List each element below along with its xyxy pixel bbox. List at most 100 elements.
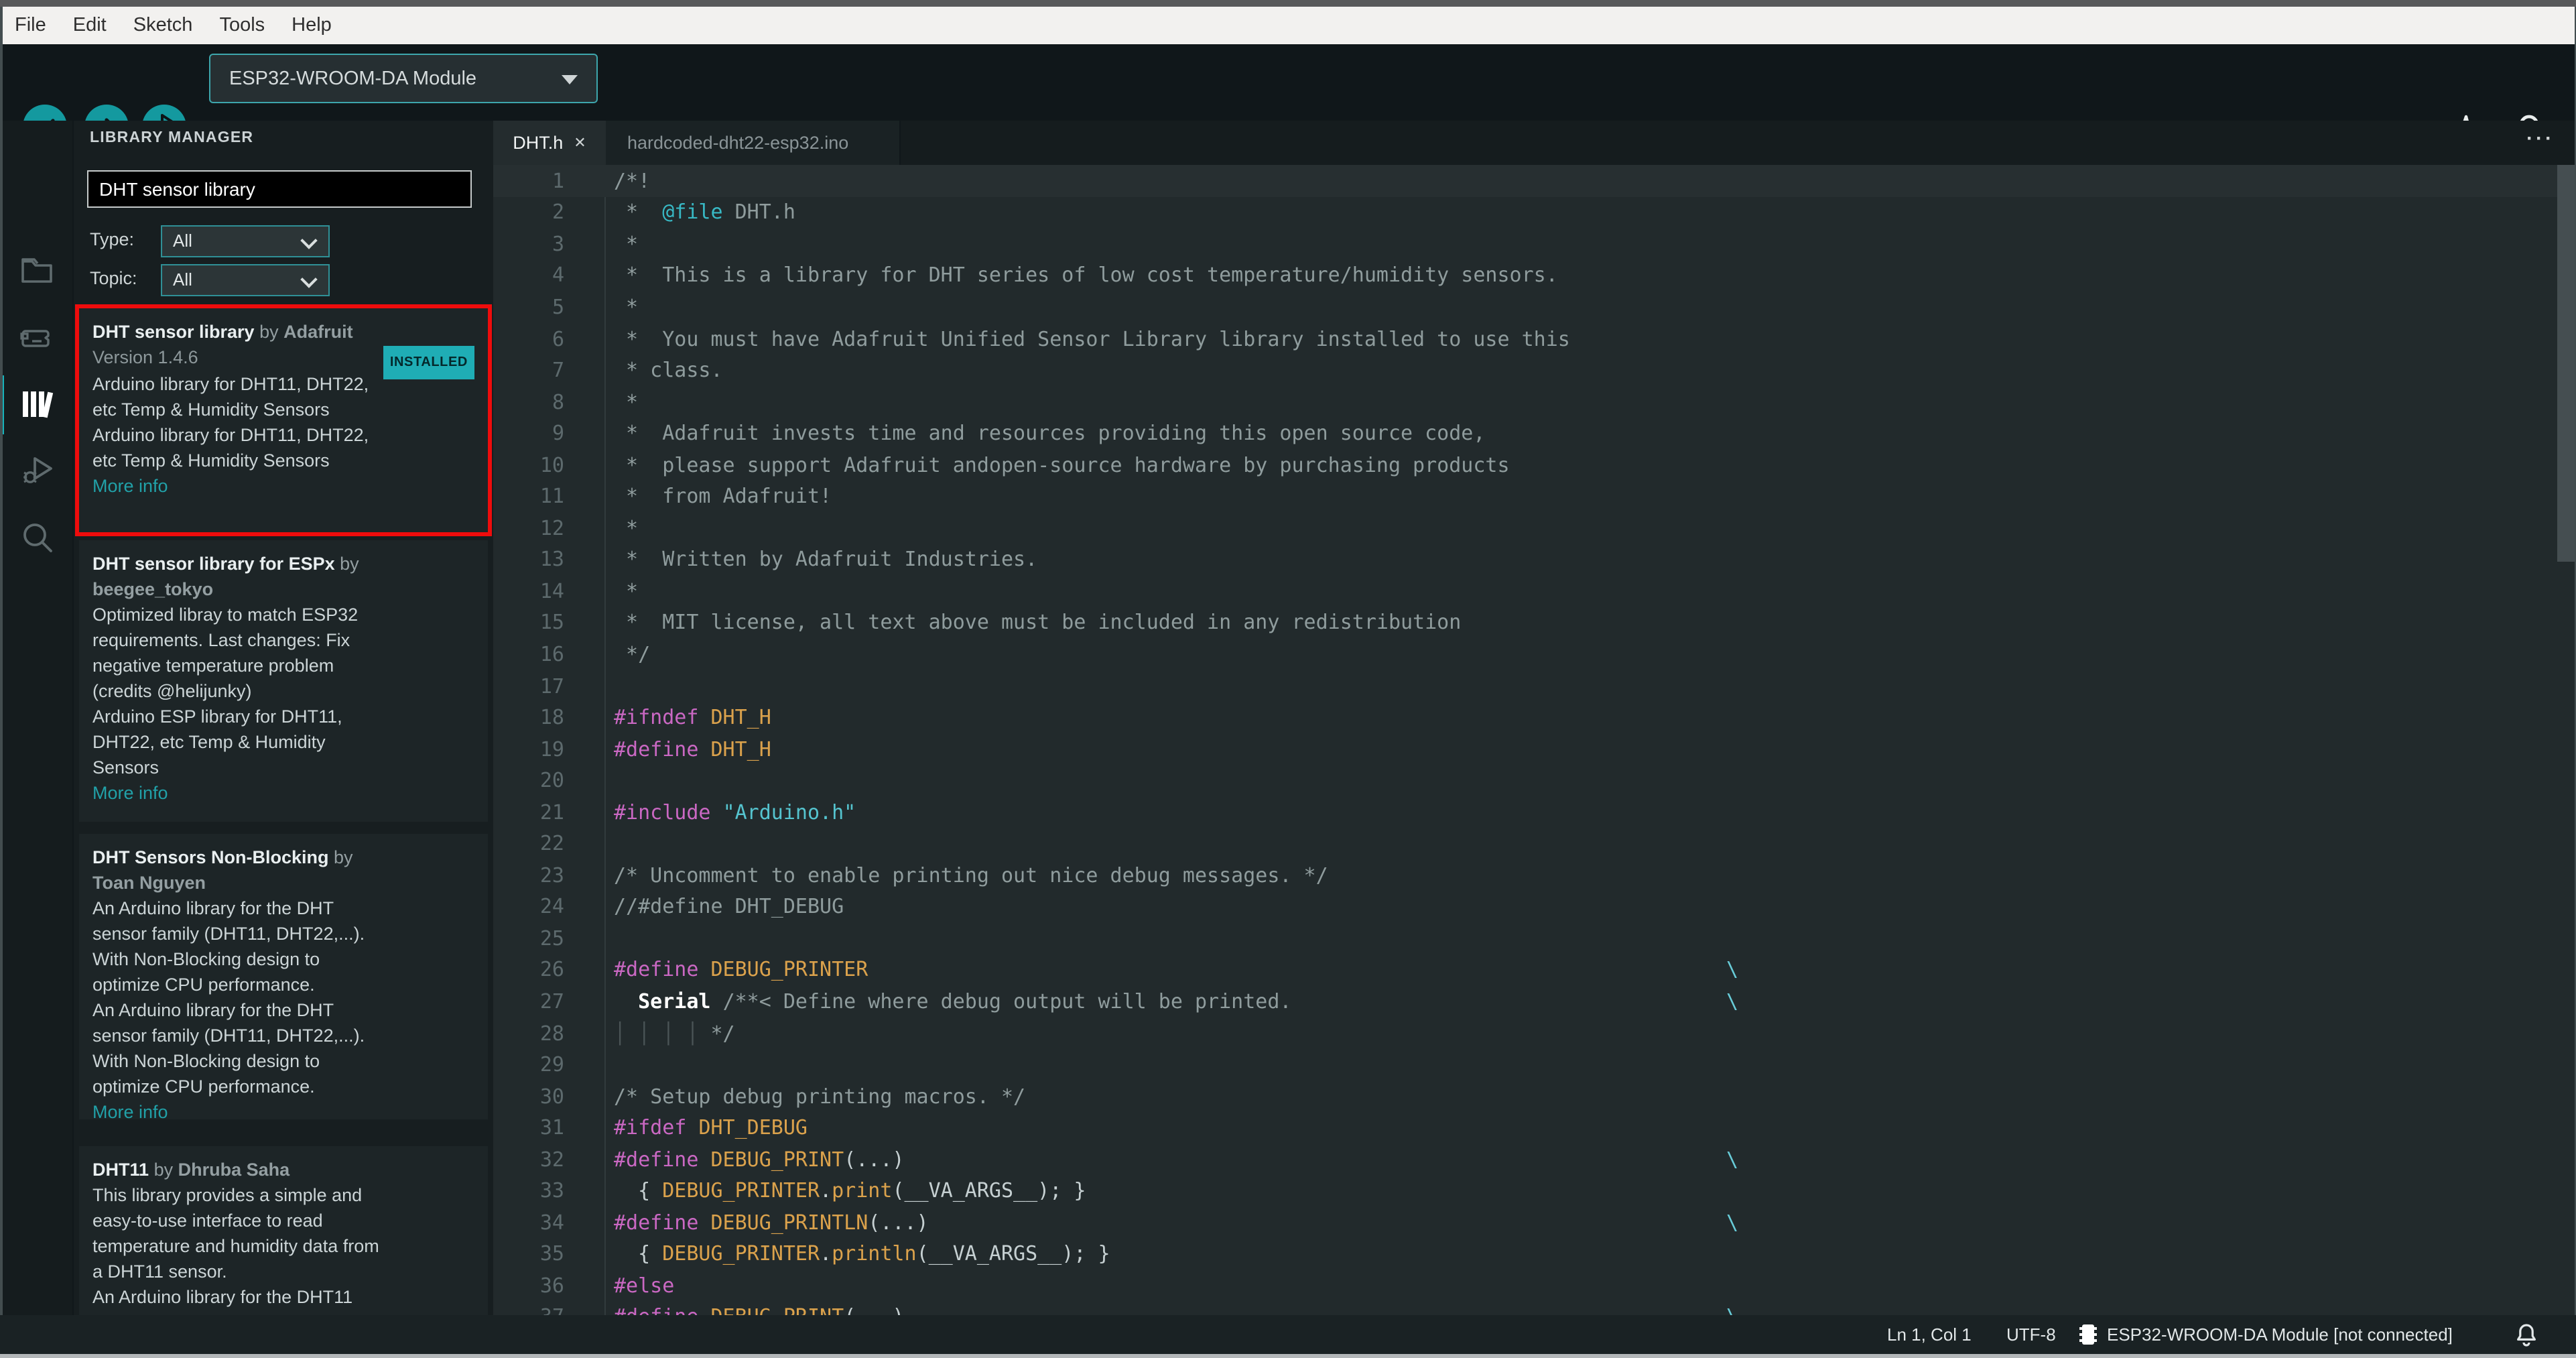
- search-icon[interactable]: [19, 520, 55, 556]
- menu-edit[interactable]: Edit: [73, 15, 107, 36]
- editor-pane: DHT.h ✕ hardcoded-dht22-esp32.ino ··· 1/…: [493, 121, 2576, 1315]
- code-line: 18 #ifndef DHT_H: [493, 702, 2576, 733]
- status-bar: Ln 1, Col 1 UTF-8 ESP32-WROOM-DA Module …: [0, 1315, 2576, 1354]
- library-description-line: With Non-Blocking design to: [92, 949, 320, 969]
- line-number: 11: [539, 484, 564, 509]
- code-line: 23/* Uncomment to enable printing out ni…: [493, 859, 2576, 891]
- code-line: 7 * class.: [493, 355, 2576, 386]
- line-number: 28: [539, 1021, 564, 1046]
- encoding: UTF-8: [2006, 1324, 2056, 1345]
- tab-dht-h[interactable]: DHT.h ✕: [493, 121, 606, 165]
- tab-overflow-menu[interactable]: ···: [2526, 127, 2555, 150]
- close-icon[interactable]: ✕: [574, 134, 586, 151]
- line-number: 15: [539, 610, 564, 635]
- library-description-line: sensor family (DHT11, DHT22,...).: [92, 1026, 365, 1046]
- library-manager-panel: LIBRARY MANAGER Type: All Topic: All DHT…: [74, 121, 493, 1315]
- menu-sketch[interactable]: Sketch: [133, 15, 193, 36]
- library-card[interactable]: DHT Sensors Non-Blocking by Toan Nguyen An…: [79, 834, 488, 1119]
- code-line: 24//#define DHT_DEBUG: [493, 891, 2576, 922]
- library-manager-icon[interactable]: [19, 386, 55, 422]
- library-card[interactable]: DHT11 by Dhruba Saha This library provide…: [79, 1146, 488, 1315]
- library-title: beegee_tokyo: [92, 579, 214, 599]
- sketchbook-folder-icon[interactable]: [19, 252, 55, 288]
- menu-tools[interactable]: Tools: [219, 15, 265, 36]
- line-number: 37: [493, 1305, 564, 1315]
- code-line: 5 *: [493, 291, 2576, 322]
- more-info-link[interactable]: More info: [92, 780, 477, 806]
- code-line: 1/*!: [493, 165, 2576, 197]
- line-number: 23: [539, 863, 564, 887]
- library-description-line: (credits @helijunky): [92, 681, 252, 701]
- code-line: 8 *: [493, 386, 2576, 418]
- window-border-left: [0, 7, 3, 1354]
- code-line: 11 * from Adafruit!: [493, 481, 2576, 512]
- line-number: 18: [539, 705, 564, 730]
- code-line: 14 *: [493, 575, 2576, 607]
- line-number: 7: [552, 358, 564, 383]
- toolbar: ESP32-WROOM-DA Module: [0, 44, 2576, 148]
- library-description-line: etc Temp & Humidity Sensors: [92, 450, 330, 471]
- line-number: 32: [539, 1147, 564, 1172]
- library-description-line: etc Temp & Humidity Sensors: [92, 399, 330, 420]
- line-number: 3: [552, 231, 564, 256]
- line-number: 12: [539, 515, 564, 540]
- editor-tab-bar: DHT.h ✕ hardcoded-dht22-esp32.ino ···: [493, 121, 2576, 165]
- line-number: 24: [539, 894, 564, 919]
- line-number: 13: [539, 547, 564, 572]
- library-description-line: a DHT11 sensor.: [92, 1261, 227, 1282]
- vertical-scrollbar[interactable]: [2557, 165, 2576, 562]
- library-description-line: requirements. Last changes: Fix: [92, 630, 350, 650]
- line-number: 35: [539, 1241, 564, 1266]
- line-number: 17: [539, 674, 564, 698]
- library-card[interactable]: DHT sensor library by Adafruit Version 1.…: [79, 308, 488, 532]
- notification-bell-icon[interactable]: [2514, 1322, 2538, 1347]
- code-editor[interactable]: 1/*! 2 * @file DHT.h 3 * 4 * This is a libr…: [493, 165, 2576, 1315]
- code-line: 25: [493, 922, 2576, 954]
- more-info-link[interactable]: More info: [92, 1099, 477, 1119]
- code-line: 21 #include "Arduino.h": [493, 796, 2576, 828]
- board-status[interactable]: ESP32-WROOM-DA Module [not connected]: [2107, 1315, 2453, 1354]
- window-border-bottom: [0, 1354, 2576, 1358]
- library-description-line: easy-to-use interface to read: [92, 1211, 323, 1231]
- code-line: 26 #define DEBUG_PRINTER \: [493, 954, 2576, 985]
- line-number: 30: [539, 1084, 564, 1109]
- code-line: 22: [493, 828, 2576, 859]
- library-description-line: An Arduino library for the DHT11: [92, 1287, 353, 1307]
- more-info-link[interactable]: More info: [92, 473, 477, 499]
- library-description-line: Arduino ESP library for DHT11,: [92, 706, 342, 727]
- library-description-line: optimize CPU performance.: [92, 1076, 315, 1097]
- line-number: 8: [552, 389, 564, 414]
- code-line: 27 Serial /**< Define where debug output…: [493, 985, 2576, 1017]
- library-card[interactable]: DHT sensor library for ESPx by beegee_tok…: [79, 540, 488, 822]
- code-line: 15 * MIT license, all text above must be…: [493, 607, 2576, 638]
- board-selector[interactable]: ESP32-WROOM-DA Module: [209, 54, 598, 103]
- library-description-line: DHT22, etc Temp & Humidity: [92, 732, 326, 752]
- tab-hardcoded-dht22-esp32[interactable]: hardcoded-dht22-esp32.ino: [606, 121, 901, 165]
- menu-bar: File Edit Sketch Tools Help: [0, 7, 2576, 44]
- installed-badge: INSTALLED: [383, 346, 474, 379]
- line-number: 31: [539, 1115, 564, 1140]
- line-number: 5: [552, 294, 564, 319]
- library-description-line: negative temperature problem: [92, 656, 334, 676]
- line-number: 9: [552, 421, 564, 446]
- tab-label: DHT.h: [513, 133, 564, 153]
- code-line: 28 │ │ │ │ */: [493, 1017, 2576, 1049]
- chip-icon: [2079, 1324, 2097, 1345]
- line-number: 22: [539, 831, 564, 856]
- library-description-line: With Non-Blocking design to: [92, 1051, 320, 1071]
- code-line: 37#define DEBUG_PRINT(...)\: [493, 1301, 2576, 1315]
- code-line: 20: [493, 765, 2576, 796]
- line-number: 6: [552, 326, 564, 351]
- line-number: 19: [539, 737, 564, 761]
- library-title: DHT Sensors Non-Blocking by: [92, 847, 353, 867]
- boards-manager-icon[interactable]: [19, 319, 55, 355]
- library-version: Version 1.4.6: [92, 347, 198, 367]
- code-line: 30/* Setup debug printing macros. */: [493, 1081, 2576, 1112]
- library-title: DHT sensor library for ESPx by: [92, 554, 359, 574]
- board-selector-label: ESP32-WROOM-DA Module: [229, 68, 477, 89]
- code-line: 32 #define DEBUG_PRINT(...) \: [493, 1144, 2576, 1175]
- line-number: 29: [539, 1052, 564, 1077]
- debug-panel-icon[interactable]: [19, 453, 55, 489]
- menu-help[interactable]: Help: [292, 15, 332, 36]
- menu-file[interactable]: File: [15, 15, 46, 36]
